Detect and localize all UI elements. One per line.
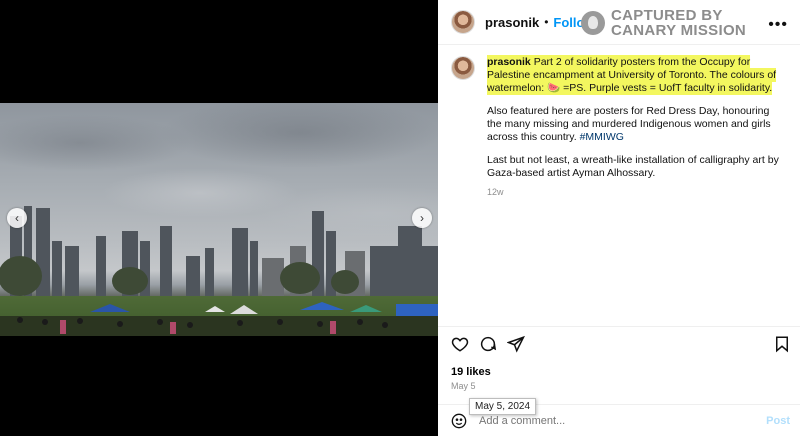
canary-logo-icon	[581, 11, 605, 35]
post-side-pane: prasonik • Follow CAPTURED BY CANARY MIS…	[438, 0, 800, 436]
watermark-line1: CAPTURED BY	[611, 7, 723, 24]
post-header: prasonik • Follow CAPTURED BY CANARY MIS…	[438, 0, 800, 44]
canary-mission-watermark: CAPTURED BY CANARY MISSION	[581, 8, 746, 38]
heart-icon[interactable]	[451, 335, 469, 353]
caption-highlight: prasonik Part 2 of solidarity posters fr…	[487, 55, 777, 95]
post-photo	[0, 103, 438, 336]
actions-divider	[438, 326, 800, 327]
comment-input[interactable]	[479, 414, 739, 427]
caption-text: prasonik Part 2 of solidarity posters fr…	[487, 55, 779, 199]
caption-paragraph-2: Also featured here are posters for Red D…	[487, 105, 779, 144]
post-username[interactable]: prasonik	[485, 15, 539, 30]
bookmark-icon[interactable]	[773, 335, 791, 353]
caption-time[interactable]: 12w	[487, 186, 779, 199]
post-date[interactable]: May 5	[451, 381, 476, 391]
action-bar	[451, 335, 791, 355]
chevron-right-icon: ›	[420, 211, 424, 225]
watermark-line2: CANARY MISSION	[611, 22, 747, 39]
emoji-icon[interactable]	[451, 413, 467, 429]
date-tooltip: May 5, 2024	[469, 398, 537, 415]
more-options-icon[interactable]: •••	[768, 16, 788, 34]
header-divider	[438, 44, 800, 45]
avatar[interactable]	[451, 10, 475, 34]
encampment-crowd	[0, 302, 438, 336]
city-skyline	[0, 206, 438, 296]
caption: prasonik Part 2 of solidarity posters fr…	[451, 55, 791, 199]
caption-avatar[interactable]	[451, 56, 475, 80]
carousel-next-button[interactable]: ›	[412, 208, 432, 228]
share-icon[interactable]	[507, 335, 525, 353]
caption-username[interactable]: prasonik	[487, 56, 531, 68]
caption-paragraph-2-text: Also featured here are posters for Red D…	[487, 105, 771, 143]
caption-paragraph-3: Last but not least, a wreath-like instal…	[487, 154, 779, 179]
post-comment-button[interactable]: Post	[766, 415, 790, 427]
hashtag-link[interactable]: #MMIWG	[580, 131, 624, 143]
caption-highlighted-text: Part 2 of solidarity posters from the Oc…	[487, 56, 777, 94]
carousel-prev-button[interactable]: ‹	[7, 208, 27, 228]
post-media-pane: ‹ ›	[0, 0, 438, 436]
chevron-left-icon: ‹	[15, 211, 19, 225]
comment-icon[interactable]	[479, 335, 497, 353]
separator-dot: •	[544, 15, 549, 29]
likes-count[interactable]: 19 likes	[451, 366, 491, 378]
